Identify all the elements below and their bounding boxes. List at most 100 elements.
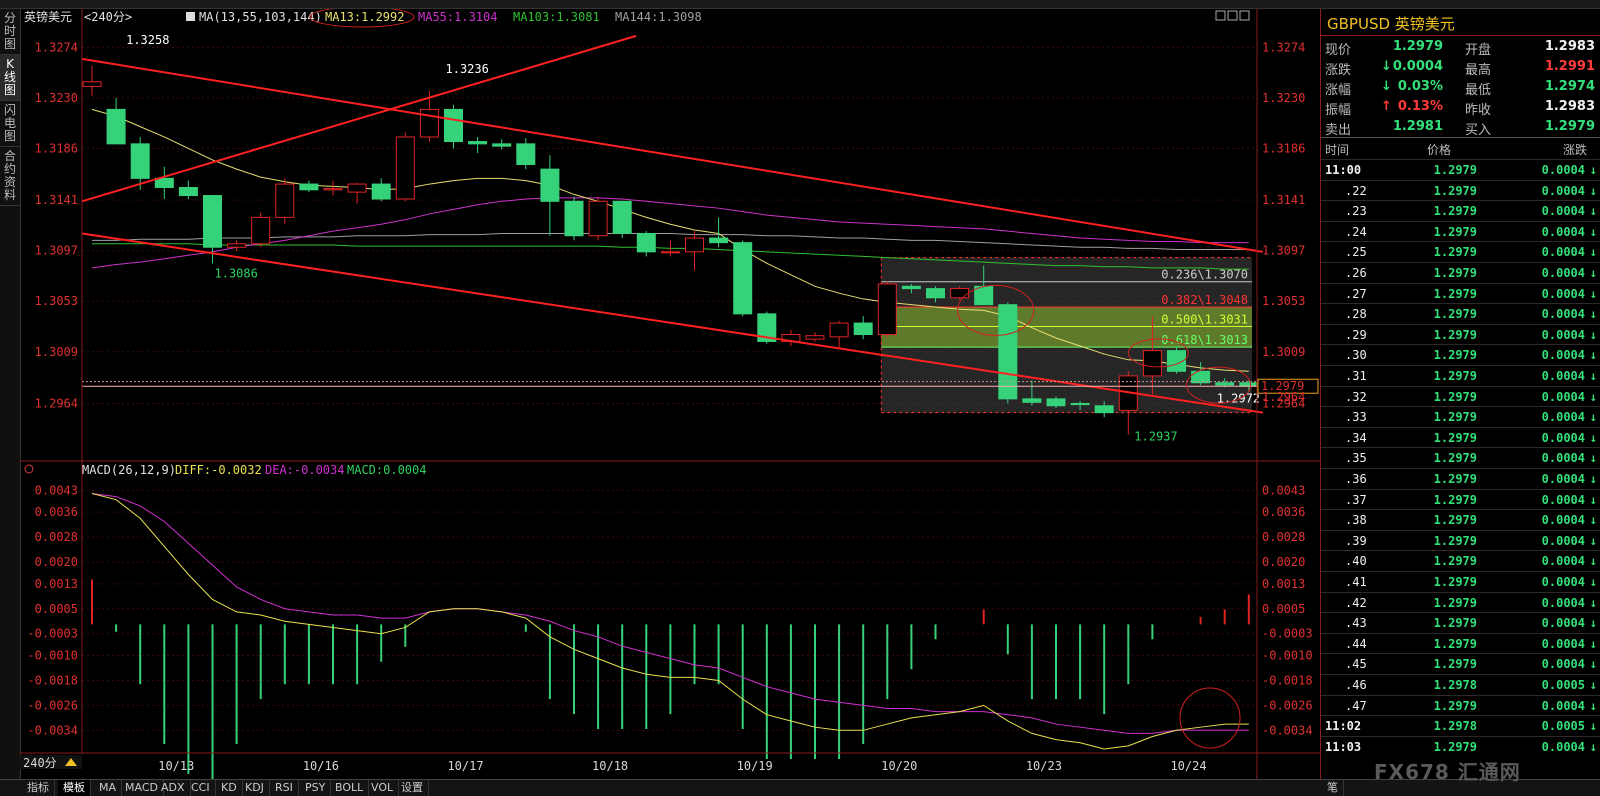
window-controls[interactable] xyxy=(1215,10,1250,21)
high-annotation: 1.3258 xyxy=(126,33,169,47)
view-tab[interactable]: K线图 xyxy=(0,55,20,101)
quote-label: 买入 xyxy=(1465,123,1492,138)
indicator-tab[interactable]: CCI xyxy=(186,780,216,796)
tick-row: .41 1.2979 0.0004 ↓ xyxy=(1321,571,1600,593)
quote-label: 最高 xyxy=(1465,63,1492,78)
price-label-left: 1.3230 xyxy=(35,91,78,105)
tick-time: .30 xyxy=(1345,348,1367,363)
candle-body xyxy=(178,187,198,197)
fib-level-label: 0.382\1.3048 xyxy=(1161,293,1248,307)
date-label: 10/19 xyxy=(737,759,773,773)
indicator-tab[interactable]: 设置 xyxy=(396,780,429,796)
indicator-tab[interactable]: PSY xyxy=(300,780,332,796)
tick-price: 1.2979 xyxy=(1433,224,1477,239)
down-arrow-icon: ↓ xyxy=(1589,636,1597,651)
macd-label-left: 0.0036 xyxy=(35,505,78,519)
tick-time: .23 xyxy=(1345,204,1367,219)
tick-time: .32 xyxy=(1345,389,1367,404)
down-arrow-icon: ↓ xyxy=(1589,657,1597,672)
macd-settings-icon[interactable] xyxy=(24,464,34,474)
indicator-tab[interactable]: 模板 xyxy=(58,780,91,796)
fib-level-label: 0.236\1.3070 xyxy=(1161,268,1248,282)
tick-time: 11:02 xyxy=(1325,719,1362,734)
tick-row: .42 1.2979 0.0004 ↓ xyxy=(1321,591,1600,614)
down-arrow-icon: ↓ xyxy=(1589,410,1597,425)
macd-label-left: 0.0028 xyxy=(35,530,78,544)
quote-label: 最低 xyxy=(1465,83,1492,98)
tick-row: .34 1.2979 0.0004 ↓ xyxy=(1321,426,1600,449)
candle-body xyxy=(588,200,608,237)
tick-time: .37 xyxy=(1345,492,1367,507)
period-label: <240分> xyxy=(84,10,132,24)
macd-label-right: 0.0005 xyxy=(1262,602,1305,616)
indicator-tab[interactable]: 指标 xyxy=(22,780,55,796)
candle-body xyxy=(998,304,1018,400)
candle-body xyxy=(203,195,222,248)
tick-time: .26 xyxy=(1345,266,1367,280)
ma-params: MA(13,55,103,144) xyxy=(199,10,322,24)
tick-time: .27 xyxy=(1345,286,1367,301)
ma55-value: MA55:1.3104 xyxy=(418,10,497,24)
down-arrow-icon: ↓ xyxy=(1589,286,1597,301)
view-tab[interactable]: 合约资料 xyxy=(0,147,20,206)
tick-row: .38 1.2979 0.0004 ↓ xyxy=(1321,509,1600,531)
price-label-right: 1.3053 xyxy=(1262,294,1305,308)
down-arrow-icon: ↓ xyxy=(1589,739,1597,754)
tick-change: 0.0004 xyxy=(1541,636,1585,651)
indicator-tab[interactable]: VOL xyxy=(366,780,400,796)
candle-body xyxy=(733,242,753,315)
tick-time: .46 xyxy=(1345,678,1367,692)
indicator-tab[interactable]: KD xyxy=(216,780,243,796)
quote-label: 昨收 xyxy=(1465,103,1492,118)
quote-label: 开盘 xyxy=(1465,43,1492,58)
quote-row: 现价 1.2979 开盘 1.2983 xyxy=(1321,37,1600,58)
tick-row: .40 1.2979 0.0004 ↓ xyxy=(1321,550,1600,572)
tick-change: 0.0004 xyxy=(1541,348,1585,363)
chart-settings-icon[interactable] xyxy=(186,12,195,21)
tick-change: 0.0004 xyxy=(1541,369,1585,383)
quote-label: 涨跌 xyxy=(1325,63,1352,78)
candle-body xyxy=(612,200,632,234)
candle-body xyxy=(395,136,415,200)
tick-change: 0.0004 xyxy=(1541,224,1585,239)
candle-body xyxy=(853,322,873,336)
down-arrow-icon: ↓ xyxy=(1589,307,1597,322)
tick-price: 1.2979 xyxy=(1433,739,1477,754)
price-label-right: 1.2964 xyxy=(1262,396,1305,410)
candle-body xyxy=(323,188,343,191)
down-arrow-icon: ↓ xyxy=(1589,369,1597,383)
tick-mode-tab[interactable]: 笔 xyxy=(1322,780,1344,796)
macd-label-right: -0.0034 xyxy=(1262,723,1313,737)
candle-body xyxy=(299,183,319,191)
quote-value: 1.2979 xyxy=(1392,39,1443,54)
tick-change: 0.0004 xyxy=(1541,616,1585,631)
down-arrow-icon: ↓ xyxy=(1589,163,1597,177)
macd-highlight-circle xyxy=(1179,687,1241,749)
tick-time: .34 xyxy=(1345,430,1367,445)
macd-label-right: 0.0013 xyxy=(1262,577,1305,591)
kline-chart[interactable]: 英镑美元 <240分> MA(13,55,103,144) MA13:1.299… xyxy=(20,9,1320,779)
macd-label-right: 0.0028 xyxy=(1262,530,1305,544)
ma144-value: MA144:1.3098 xyxy=(615,10,702,24)
view-tab[interactable]: 分时图 xyxy=(0,9,20,55)
down-arrow-icon: ↓ xyxy=(1589,183,1597,198)
down-arrow-icon: ↓ xyxy=(1589,348,1597,363)
indicator-tab[interactable]: BOLL xyxy=(330,780,370,796)
price-label-right: 1.3186 xyxy=(1262,141,1305,155)
tick-price: 1.2979 xyxy=(1433,657,1477,672)
ma13-value: MA13:1.2992 xyxy=(325,10,404,24)
tick-time: .45 xyxy=(1345,657,1367,672)
tick-change: 0.0004 xyxy=(1541,533,1585,548)
tick-row: .39 1.2979 0.0004 ↓ xyxy=(1321,529,1600,552)
indicator-tab[interactable]: RSI xyxy=(270,780,299,796)
tick-row: .46 1.2978 0.0005 ↓ xyxy=(1321,674,1600,696)
tick-price: 1.2978 xyxy=(1433,678,1477,692)
indicator-tab[interactable]: KDJ xyxy=(240,780,270,796)
macd-label-left: 0.0005 xyxy=(35,602,78,616)
price-label-right: 1.3009 xyxy=(1262,345,1305,359)
view-tab[interactable]: 闪电图 xyxy=(0,101,20,147)
indicator-tab[interactable]: MA xyxy=(94,780,123,796)
tick-change: 0.0004 xyxy=(1541,472,1585,486)
quote-arrow-icon: ↑ xyxy=(1381,99,1392,114)
quote-value: 1.2979 xyxy=(1544,119,1595,134)
